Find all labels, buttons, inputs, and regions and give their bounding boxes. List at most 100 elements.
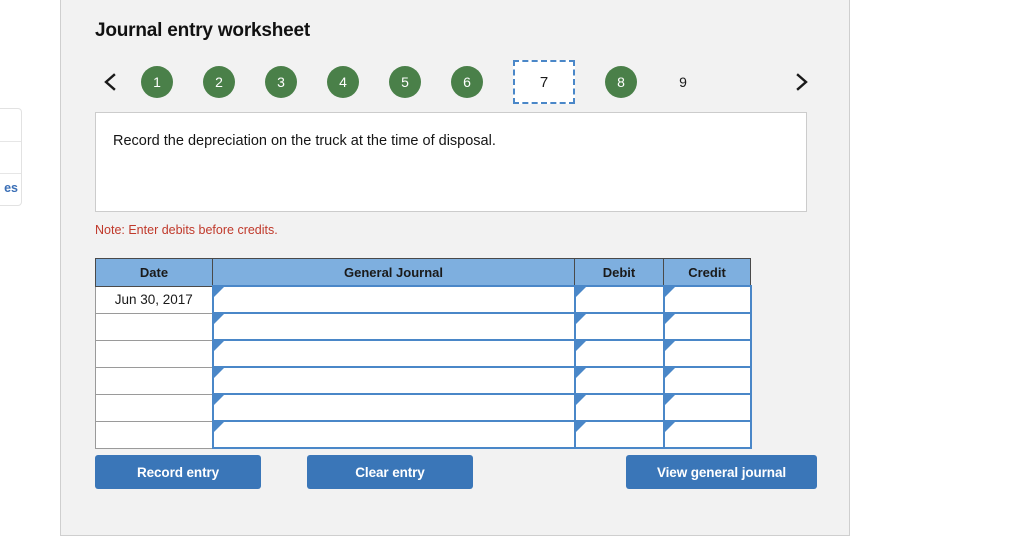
cell-general-journal[interactable] <box>211 393 576 422</box>
cell-general-journal-input[interactable] <box>213 287 574 312</box>
instruction-text: Record the depreciation on the truck at … <box>113 133 496 149</box>
chevron-left-icon <box>103 72 117 92</box>
dropdown-marker-icon <box>575 368 586 378</box>
journal-table-head: Date General Journal Debit Credit <box>95 258 751 287</box>
dropdown-marker-icon <box>664 368 675 378</box>
journal-table-body: Jun 30, 2017 <box>95 285 752 449</box>
column-header-credit: Credit <box>663 258 751 287</box>
cell-general-journal-input[interactable] <box>213 341 574 366</box>
cell-debit-input[interactable] <box>575 314 663 339</box>
pager-step-9[interactable]: 9 <box>667 66 699 98</box>
record-entry-button[interactable]: Record entry <box>95 455 261 489</box>
cell-general-journal[interactable] <box>211 285 576 314</box>
cell-debit-input[interactable] <box>575 395 663 420</box>
column-header-date: Date <box>95 258 213 287</box>
cell-credit-input[interactable] <box>664 368 750 393</box>
cell-date[interactable]: Jun 30, 2017 <box>95 285 213 314</box>
cell-general-journal-input[interactable] <box>213 368 574 393</box>
dropdown-marker-icon <box>213 395 224 405</box>
cell-credit-input[interactable] <box>664 314 750 339</box>
pager-step-5[interactable]: 5 <box>389 66 421 98</box>
left-edge-panel-row: es <box>0 174 21 207</box>
dropdown-marker-icon <box>664 395 675 405</box>
cell-date[interactable] <box>95 339 213 368</box>
pager-step-7[interactable]: 7 <box>513 60 575 104</box>
dropdown-marker-icon <box>213 314 224 324</box>
table-row <box>95 312 752 341</box>
cell-credit[interactable] <box>662 366 752 395</box>
worksheet-pager: 123456789 <box>95 60 817 104</box>
pager-prev-button[interactable] <box>95 62 125 102</box>
cell-date[interactable] <box>95 393 213 422</box>
screen: es Journal entry worksheet 123456789 Rec… <box>0 0 1024 547</box>
cell-general-journal-input[interactable] <box>213 314 574 339</box>
journal-entry-worksheet-card: Journal entry worksheet 123456789 Record… <box>60 0 850 536</box>
pager-step-4[interactable]: 4 <box>327 66 359 98</box>
cell-credit-input[interactable] <box>664 341 750 366</box>
table-row <box>95 366 752 395</box>
cell-credit-input[interactable] <box>664 395 750 420</box>
cell-general-journal-input[interactable] <box>213 395 574 420</box>
cell-debit-input[interactable] <box>575 341 663 366</box>
pager-step-1[interactable]: 1 <box>141 66 173 98</box>
left-edge-link[interactable]: es <box>4 181 18 195</box>
cell-debit[interactable] <box>573 285 665 314</box>
cell-general-journal-input[interactable] <box>213 422 574 447</box>
dropdown-marker-icon <box>664 341 675 351</box>
dropdown-marker-icon <box>575 395 586 405</box>
cell-credit[interactable] <box>662 339 752 368</box>
cell-debit[interactable] <box>573 366 665 395</box>
column-header-debit: Debit <box>574 258 664 287</box>
cell-general-journal[interactable] <box>211 420 576 449</box>
table-row: Jun 30, 2017 <box>95 285 752 314</box>
dropdown-marker-icon <box>664 287 675 297</box>
cell-general-journal[interactable] <box>211 339 576 368</box>
cell-debit[interactable] <box>573 339 665 368</box>
dropdown-marker-icon <box>664 314 675 324</box>
debits-before-credits-note: Note: Enter debits before credits. <box>95 223 278 237</box>
dropdown-marker-icon <box>213 287 224 297</box>
dropdown-marker-icon <box>664 422 675 432</box>
cell-credit-input[interactable] <box>664 422 750 447</box>
cell-date[interactable] <box>95 366 213 395</box>
cell-debit-input[interactable] <box>575 422 663 447</box>
journal-table-header-row: Date General Journal Debit Credit <box>95 258 751 287</box>
cell-debit-input[interactable] <box>575 287 663 312</box>
cell-date[interactable] <box>95 312 213 341</box>
dropdown-marker-icon <box>575 341 586 351</box>
view-general-journal-button[interactable]: View general journal <box>626 455 817 489</box>
cell-credit[interactable] <box>662 285 752 314</box>
dropdown-marker-icon <box>213 341 224 351</box>
table-row <box>95 393 752 422</box>
chevron-right-icon <box>795 72 809 92</box>
cell-debit[interactable] <box>573 312 665 341</box>
dropdown-marker-icon <box>575 314 586 324</box>
page-title: Journal entry worksheet <box>95 20 311 41</box>
column-header-general-journal: General Journal <box>212 258 575 287</box>
cell-credit[interactable] <box>662 420 752 449</box>
cell-credit[interactable] <box>662 393 752 422</box>
pager-step-8[interactable]: 8 <box>605 66 637 98</box>
table-row <box>95 339 752 368</box>
cell-credit-input[interactable] <box>664 287 750 312</box>
cell-general-journal[interactable] <box>211 366 576 395</box>
dropdown-marker-icon <box>575 422 586 432</box>
left-edge-panel-row <box>0 109 21 142</box>
pager-step-2[interactable]: 2 <box>203 66 235 98</box>
cell-credit[interactable] <box>662 312 752 341</box>
pager-next-button[interactable] <box>787 62 817 102</box>
table-row <box>95 420 752 449</box>
journal-entry-table: Date General Journal Debit Credit Jun 30… <box>95 258 752 449</box>
clear-entry-button[interactable]: Clear entry <box>307 455 473 489</box>
pager-step-6[interactable]: 6 <box>451 66 483 98</box>
left-edge-panel-row <box>0 142 21 175</box>
cell-general-journal[interactable] <box>211 312 576 341</box>
cell-debit-input[interactable] <box>575 368 663 393</box>
pager-step-3[interactable]: 3 <box>265 66 297 98</box>
cell-debit[interactable] <box>573 420 665 449</box>
instruction-box: Record the depreciation on the truck at … <box>95 112 807 212</box>
cell-debit[interactable] <box>573 393 665 422</box>
cell-date[interactable] <box>95 420 213 449</box>
dropdown-marker-icon <box>213 422 224 432</box>
dropdown-marker-icon <box>213 368 224 378</box>
